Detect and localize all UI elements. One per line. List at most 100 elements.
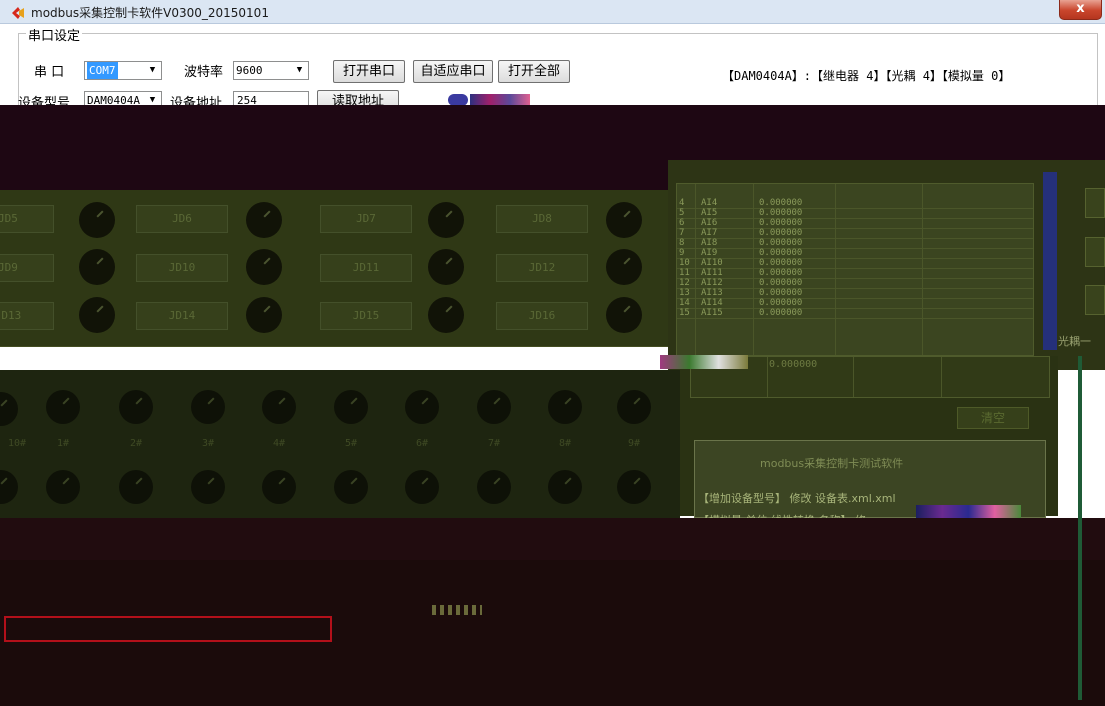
row-name: AI5 <box>701 208 718 218</box>
row-no: 8 <box>679 238 685 248</box>
close-button[interactable]: x <box>1059 0 1102 20</box>
relay-button-jd7[interactable]: JD7 <box>320 205 412 233</box>
analog-indicator <box>46 390 80 424</box>
analog-indicator <box>477 390 511 424</box>
analog-indicator <box>119 470 153 504</box>
port-select[interactable]: COM7 ▼ <box>84 61 162 80</box>
row-no: 11 <box>679 268 690 278</box>
relay-button-jd5[interactable]: JD5 <box>0 205 54 233</box>
analog-label: 2# <box>129 438 143 449</box>
grid-divider <box>753 184 754 355</box>
side-button[interactable] <box>1085 237 1105 267</box>
app-icon <box>12 7 24 19</box>
relay-button-jd14[interactable]: JD14 <box>136 302 228 330</box>
analog-indicator <box>334 390 368 424</box>
table-row[interactable]: 4 AI4 0.000000 <box>677 198 1033 209</box>
row-value: 0.000000 <box>759 208 803 218</box>
baud-value: 9600 <box>236 64 263 77</box>
analog-label: 10# <box>7 438 27 449</box>
row-value: 0.000000 <box>759 218 803 228</box>
analog-indicator <box>477 470 511 504</box>
analog-label: 1# <box>56 438 70 449</box>
relay-button-jd11[interactable]: JD11 <box>320 254 412 282</box>
analog-label: 5# <box>344 438 358 449</box>
relay-indicator <box>428 202 464 238</box>
baud-label: 波特率 <box>184 65 224 80</box>
channel-grid: 4 AI4 0.000000 5 AI5 0.000000 6 AI6 0.000000 7… <box>676 183 1034 356</box>
relay-button-jd15[interactable]: JD15 <box>320 302 412 330</box>
relay-indicator <box>428 249 464 285</box>
row-no: 13 <box>679 288 690 298</box>
relay-button-jd13[interactable]: JD13 <box>0 302 54 330</box>
row-no: 14 <box>679 298 690 308</box>
relay-indicator <box>246 297 282 333</box>
baud-select[interactable]: 9600 ▼ <box>233 61 309 80</box>
side-button[interactable] <box>1085 188 1105 218</box>
grid-divider <box>767 357 768 397</box>
port-value: COM7 <box>87 62 118 79</box>
analog-indicator <box>617 390 651 424</box>
row-name: AI8 <box>701 238 718 248</box>
open-all-button[interactable]: 打开全部 <box>498 60 570 83</box>
analog-indicator <box>262 470 296 504</box>
grid-divider <box>695 184 696 355</box>
row-no: 5 <box>679 208 685 218</box>
relay-indicator <box>246 202 282 238</box>
row-name: AI13 <box>701 288 723 298</box>
relay-button-jd6[interactable]: JD6 <box>136 205 228 233</box>
table-row[interactable]: 9 AI9 0.000000 <box>677 248 1033 259</box>
row-no: 4 <box>679 198 685 208</box>
grid-scrollbar[interactable] <box>1043 172 1057 350</box>
table-row[interactable]: 10 AI10 0.000000 <box>677 258 1033 269</box>
table-row[interactable]: 12 AI12 0.000000 <box>677 278 1033 289</box>
relay-button-jd12[interactable]: JD12 <box>496 254 588 282</box>
relay-indicator <box>79 202 115 238</box>
relay-button-jd8[interactable]: JD8 <box>496 205 588 233</box>
analog-indicator <box>119 390 153 424</box>
table-row[interactable]: 15 AI15 0.000000 <box>677 308 1033 319</box>
table-row[interactable]: 8 AI8 0.000000 <box>677 238 1033 249</box>
table-row[interactable]: 5 AI5 0.000000 <box>677 208 1033 219</box>
analog-label: 6# <box>415 438 429 449</box>
relay-button-jd9[interactable]: JD9 <box>0 254 54 282</box>
row-value: 0.000000 <box>759 238 803 248</box>
relay-button-jd10[interactable]: JD10 <box>136 254 228 282</box>
analog-indicator <box>191 470 225 504</box>
glitch-artifact <box>660 355 748 369</box>
table-row[interactable]: 6 AI6 0.000000 <box>677 218 1033 229</box>
value-cell: 0.000000 <box>769 359 818 370</box>
analog-indicator <box>548 470 582 504</box>
scrollbar-edge <box>1078 356 1082 700</box>
row-value: 0.000000 <box>759 198 803 208</box>
row-value: 0.000000 <box>759 228 803 238</box>
relay-indicator <box>606 202 642 238</box>
row-value: 0.000000 <box>759 268 803 278</box>
analog-label: 9# <box>627 438 641 449</box>
chevron-down-icon[interactable]: ▼ <box>144 62 161 79</box>
analog-indicator <box>46 470 80 504</box>
relay-button-jd16[interactable]: JD16 <box>496 302 588 330</box>
table-row[interactable]: 11 AI11 0.000000 <box>677 268 1033 279</box>
clear-button[interactable]: 清空 <box>957 407 1029 429</box>
table-row[interactable]: 13 AI13 0.000000 <box>677 288 1033 299</box>
table-row[interactable]: 14 AI14 0.000000 <box>677 298 1033 309</box>
grid-divider <box>941 357 942 397</box>
row-name: AI12 <box>701 278 723 288</box>
relay-indicator <box>606 297 642 333</box>
row-name: AI9 <box>701 248 718 258</box>
analog-label: 4# <box>272 438 286 449</box>
device-info-text: 【DAM0404A】:【继电器 4】【光耦 4】【模拟量 0】 <box>722 69 1011 83</box>
row-name: AI7 <box>701 228 718 238</box>
relay-indicator <box>246 249 282 285</box>
open-port-button[interactable]: 打开串口 <box>333 60 405 83</box>
side-button[interactable] <box>1085 285 1105 315</box>
row-no: 15 <box>679 308 690 318</box>
log-title: modbus采集控制卡测试软件 <box>760 457 904 470</box>
table-row[interactable]: 7 AI7 0.000000 <box>677 228 1033 239</box>
analog-label: 3# <box>201 438 215 449</box>
row-value: 0.000000 <box>759 258 803 268</box>
chevron-down-icon[interactable]: ▼ <box>291 62 308 79</box>
analog-indicator <box>617 470 651 504</box>
auto-port-button[interactable]: 自适应串口 <box>413 60 493 83</box>
analog-label: 7# <box>487 438 501 449</box>
